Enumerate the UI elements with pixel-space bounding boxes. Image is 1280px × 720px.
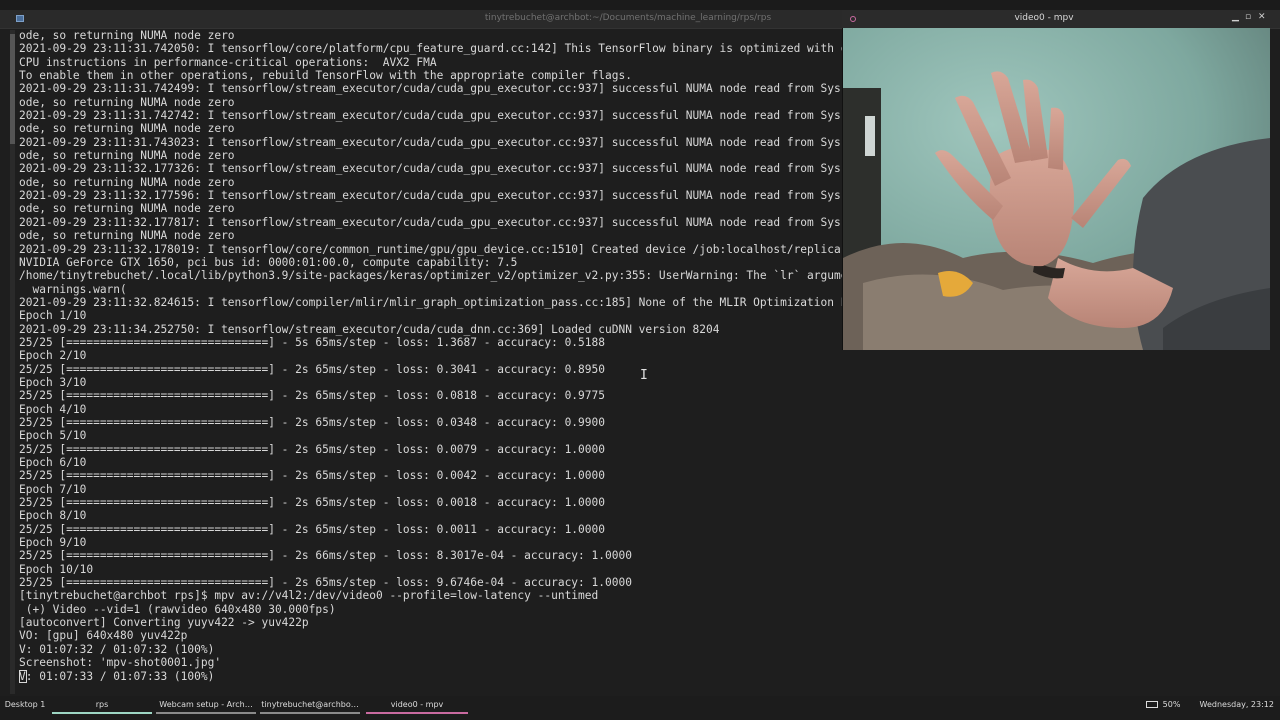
clock[interactable]: Wednesday, 23:12 <box>1200 700 1274 709</box>
minimize-button[interactable]: ▁ <box>1232 12 1239 22</box>
terminal-line: Epoch 7/10 <box>19 482 87 496</box>
taskbar-desktop-switcher[interactable]: Desktop 1 <box>0 696 50 718</box>
terminal-line: V: 01:07:33 / 01:07:33 (100%) <box>19 669 215 683</box>
terminal-line: Epoch 9/10 <box>19 536 87 550</box>
taskbar-item-label: Webcam setup - Arch… <box>159 700 253 709</box>
terminal-line: (+) Video --vid=1 (rawvideo 640x480 30.0… <box>19 602 336 616</box>
terminal-line: Epoch 2/10 <box>19 349 87 363</box>
mpv-window[interactable]: video0 - mpv ▁ ▫ ✕ <box>842 10 1270 350</box>
taskbar-item-terminal[interactable]: tinytrebuchet@archbo… <box>260 696 360 718</box>
terminal-line: 25/25 [==============================] -… <box>19 362 605 376</box>
taskbar: Desktop 1 rps Webcam setup - Arch… tinyt… <box>0 696 1280 720</box>
taskbar-item-label: rps <box>95 700 109 709</box>
terminal-line: Epoch 6/10 <box>19 456 87 469</box>
mpv-titlebar[interactable]: video0 - mpv ▁ ▫ ✕ <box>842 10 1270 28</box>
maximize-button[interactable]: ▫ <box>1245 12 1251 22</box>
taskbar-item-label: tinytrebuchet@archbo… <box>261 700 359 709</box>
webcam-frame <box>843 28 1270 350</box>
taskbar-item-mpv[interactable]: video0 - mpv <box>366 696 468 718</box>
terminal-line: 25/25 [==============================] -… <box>19 496 605 510</box>
terminal-line: Epoch 8/10 <box>19 509 87 523</box>
scrollbar-thumb[interactable] <box>10 34 15 144</box>
taskbar-item-indicator <box>52 712 152 714</box>
webcam-video[interactable] <box>843 28 1270 350</box>
terminal-line: Screenshot: 'mpv-shot0001.jpg' <box>19 656 222 670</box>
terminal-line: Epoch 10/10 <box>19 562 94 576</box>
terminal-line: Epoch 3/10 <box>19 375 87 389</box>
taskbar-item-label: video0 - mpv <box>390 700 444 709</box>
terminal-line: [tinytrebuchet@archbot rps]$ mpv av://v4… <box>19 589 599 603</box>
terminal-line: 25/25 [==============================] -… <box>19 576 632 590</box>
terminal-cursor <box>19 670 27 683</box>
taskbar-item-indicator <box>156 712 256 714</box>
taskbar-item-indicator <box>260 712 360 714</box>
text-cursor-icon: I <box>640 368 648 383</box>
battery-level: 50% <box>1162 700 1181 709</box>
terminal-scrollbar[interactable] <box>10 30 15 694</box>
taskbar-item-webcam-setup[interactable]: Webcam setup - Arch… <box>156 696 256 718</box>
terminal-line: 25/25 [==============================] -… <box>19 522 605 536</box>
terminal-line: Epoch 4/10 <box>19 402 87 416</box>
battery-icon <box>1146 701 1159 708</box>
terminal-line: [autoconvert] Converting yuyv422 -> yuv4… <box>19 616 309 630</box>
terminal-line: 25/25 [==============================] -… <box>19 389 605 403</box>
close-button[interactable]: ✕ <box>1258 12 1266 22</box>
mpv-title: video0 - mpv <box>1014 13 1074 23</box>
taskbar-item-label: Desktop 1 <box>4 700 46 709</box>
terminal-line: Epoch 5/10 <box>19 429 87 443</box>
terminal-line: 25/25 [==============================] -… <box>19 469 605 483</box>
terminal-line: VO: [gpu] 640x480 yuv422p <box>19 629 188 643</box>
terminal-line: 25/25 [==============================] -… <box>19 415 605 429</box>
system-tray: 50% Wednesday, 23:12 <box>1146 696 1274 718</box>
taskbar-item-indicator <box>366 712 468 714</box>
terminal-line: V: 01:07:32 / 01:07:32 (100%) <box>19 642 215 656</box>
taskbar-item-rps[interactable]: rps <box>52 696 152 718</box>
terminal-line: 25/25 [==============================] -… <box>19 549 632 563</box>
terminal-line: 25/25 [==============================] -… <box>19 442 605 456</box>
